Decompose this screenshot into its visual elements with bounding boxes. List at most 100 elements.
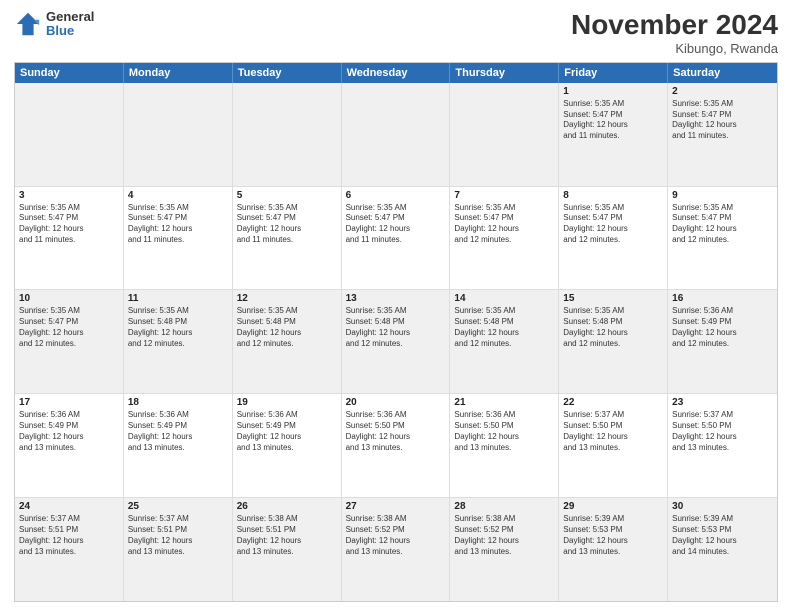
header-thursday: Thursday: [450, 63, 559, 83]
day-number: 12: [237, 293, 337, 304]
day-cell-8: 8 Sunrise: 5:35 AMSunset: 5:47 PMDaylight…: [559, 187, 668, 290]
location: Kibungo, Rwanda: [571, 41, 778, 56]
cell-info: Sunrise: 5:39 AMSunset: 5:53 PMDaylight:…: [672, 514, 773, 557]
day-number: 24: [19, 501, 119, 512]
calendar: SundayMondayTuesdayWednesdayThursdayFrid…: [14, 62, 778, 602]
cell-info: Sunrise: 5:36 AMSunset: 5:50 PMDaylight:…: [346, 410, 446, 453]
title-block: November 2024 Kibungo, Rwanda: [571, 10, 778, 56]
day-number: 5: [237, 190, 337, 201]
header-friday: Friday: [559, 63, 668, 83]
day-cell-28: 28Sunrise: 5:38 AMSunset: 5:52 PMDayligh…: [450, 498, 559, 601]
header-wednesday: Wednesday: [342, 63, 451, 83]
day-number: 27: [346, 501, 446, 512]
cell-info: Sunrise: 5:35 AMSunset: 5:47 PMDaylight:…: [19, 306, 119, 349]
empty-cell: [233, 83, 342, 186]
cell-info: Sunrise: 5:37 AMSunset: 5:50 PMDaylight:…: [672, 410, 773, 453]
day-number: 22: [563, 397, 663, 408]
day-number: 21: [454, 397, 554, 408]
day-number: 19: [237, 397, 337, 408]
calendar-header: SundayMondayTuesdayWednesdayThursdayFrid…: [15, 63, 777, 83]
header: General Blue November 2024 Kibungo, Rwan…: [14, 10, 778, 56]
logo: General Blue: [14, 10, 94, 39]
day-number: 3: [19, 190, 119, 201]
day-cell-20: 20 Sunrise: 5:36 AMSunset: 5:50 PMDayligh…: [342, 394, 451, 497]
empty-cell: [342, 83, 451, 186]
month-title: November 2024: [571, 10, 778, 41]
day-cell-4: 4 Sunrise: 5:35 AMSunset: 5:47 PMDaylight…: [124, 187, 233, 290]
day-number: 25: [128, 501, 228, 512]
cell-info: Sunrise: 5:35 AMSunset: 5:47 PMDaylight:…: [563, 203, 663, 246]
cell-info: Sunrise: 5:35 AMSunset: 5:47 PMDaylight:…: [563, 99, 663, 142]
cell-info: Sunrise: 5:37 AMSunset: 5:50 PMDaylight:…: [563, 410, 663, 453]
day-cell-5: 5 Sunrise: 5:35 AMSunset: 5:47 PMDaylight…: [233, 187, 342, 290]
day-number: 15: [563, 293, 663, 304]
cell-info: Sunrise: 5:35 AMSunset: 5:48 PMDaylight:…: [346, 306, 446, 349]
day-number: 1: [563, 86, 663, 97]
day-cell-3: 3 Sunrise: 5:35 AMSunset: 5:47 PMDaylight…: [15, 187, 124, 290]
header-saturday: Saturday: [668, 63, 777, 83]
day-cell-22: 22 Sunrise: 5:37 AMSunset: 5:50 PMDayligh…: [559, 394, 668, 497]
day-number: 16: [672, 293, 773, 304]
logo-icon: [14, 10, 42, 38]
day-cell-19: 19 Sunrise: 5:36 AMSunset: 5:49 PMDayligh…: [233, 394, 342, 497]
cell-info: Sunrise: 5:35 AMSunset: 5:47 PMDaylight:…: [672, 99, 773, 142]
day-cell-29: 29Sunrise: 5:39 AMSunset: 5:53 PMDayligh…: [559, 498, 668, 601]
day-number: 17: [19, 397, 119, 408]
day-number: 6: [346, 190, 446, 201]
cell-info: Sunrise: 5:35 AMSunset: 5:47 PMDaylight:…: [128, 203, 228, 246]
day-cell-24: 24 Sunrise: 5:37 AMSunset: 5:51 PMDayligh…: [15, 498, 124, 601]
day-number: 14: [454, 293, 554, 304]
day-cell-17: 17 Sunrise: 5:36 AMSunset: 5:49 PMDayligh…: [15, 394, 124, 497]
cell-info: Sunrise: 5:37 AMSunset: 5:51 PMDaylight:…: [19, 514, 119, 557]
cell-info: Sunrise: 5:35 AMSunset: 5:47 PMDaylight:…: [19, 203, 119, 246]
day-cell-12: 12 Sunrise: 5:35 AMSunset: 5:48 PMDayligh…: [233, 290, 342, 393]
cell-info: Sunrise: 5:35 AMSunset: 5:47 PMDaylight:…: [346, 203, 446, 246]
calendar-row-0: 1 Sunrise: 5:35 AMSunset: 5:47 PMDaylight…: [15, 83, 777, 186]
day-cell-27: 27 Sunrise: 5:38 AMSunset: 5:52 PMDayligh…: [342, 498, 451, 601]
day-number: 20: [346, 397, 446, 408]
logo-general-text: General: [46, 10, 94, 24]
day-cell-25: 25 Sunrise: 5:37 AMSunset: 5:51 PMDayligh…: [124, 498, 233, 601]
day-cell-13: 13Sunrise: 5:35 AMSunset: 5:48 PMDayligh…: [342, 290, 451, 393]
calendar-row-1: 3 Sunrise: 5:35 AMSunset: 5:47 PMDaylight…: [15, 186, 777, 290]
cell-info: Sunrise: 5:35 AMSunset: 5:47 PMDaylight:…: [454, 203, 554, 246]
page: General Blue November 2024 Kibungo, Rwan…: [0, 0, 792, 612]
empty-cell: [450, 83, 559, 186]
day-cell-16: 16Sunrise: 5:36 AMSunset: 5:49 PMDayligh…: [668, 290, 777, 393]
cell-info: Sunrise: 5:35 AMSunset: 5:48 PMDaylight:…: [128, 306, 228, 349]
cell-info: Sunrise: 5:36 AMSunset: 5:49 PMDaylight:…: [128, 410, 228, 453]
day-cell-14: 14 Sunrise: 5:35 AMSunset: 5:48 PMDayligh…: [450, 290, 559, 393]
day-cell-7: 7Sunrise: 5:35 AMSunset: 5:47 PMDaylight…: [450, 187, 559, 290]
cell-info: Sunrise: 5:38 AMSunset: 5:51 PMDaylight:…: [237, 514, 337, 557]
cell-info: Sunrise: 5:35 AMSunset: 5:48 PMDaylight:…: [454, 306, 554, 349]
day-cell-30: 30 Sunrise: 5:39 AMSunset: 5:53 PMDayligh…: [668, 498, 777, 601]
day-number: 11: [128, 293, 228, 304]
day-cell-26: 26Sunrise: 5:38 AMSunset: 5:51 PMDayligh…: [233, 498, 342, 601]
day-number: 4: [128, 190, 228, 201]
day-cell-21: 21 Sunrise: 5:36 AMSunset: 5:50 PMDayligh…: [450, 394, 559, 497]
logo-text: General Blue: [46, 10, 94, 39]
cell-info: Sunrise: 5:36 AMSunset: 5:49 PMDaylight:…: [19, 410, 119, 453]
day-cell-6: 6 Sunrise: 5:35 AMSunset: 5:47 PMDaylight…: [342, 187, 451, 290]
cell-info: Sunrise: 5:35 AMSunset: 5:48 PMDaylight:…: [563, 306, 663, 349]
header-monday: Monday: [124, 63, 233, 83]
cell-info: Sunrise: 5:36 AMSunset: 5:50 PMDaylight:…: [454, 410, 554, 453]
day-number: 8: [563, 190, 663, 201]
cell-info: Sunrise: 5:37 AMSunset: 5:51 PMDaylight:…: [128, 514, 228, 557]
day-cell-1: 1 Sunrise: 5:35 AMSunset: 5:47 PMDaylight…: [559, 83, 668, 186]
day-cell-23: 23Sunrise: 5:37 AMSunset: 5:50 PMDayligh…: [668, 394, 777, 497]
day-number: 29: [563, 501, 663, 512]
day-number: 18: [128, 397, 228, 408]
day-number: 28: [454, 501, 554, 512]
cell-info: Sunrise: 5:36 AMSunset: 5:49 PMDaylight:…: [237, 410, 337, 453]
cell-info: Sunrise: 5:35 AMSunset: 5:47 PMDaylight:…: [237, 203, 337, 246]
day-cell-11: 11 Sunrise: 5:35 AMSunset: 5:48 PMDayligh…: [124, 290, 233, 393]
cell-info: Sunrise: 5:38 AMSunset: 5:52 PMDaylight:…: [346, 514, 446, 557]
empty-cell: [124, 83, 233, 186]
day-cell-9: 9Sunrise: 5:35 AMSunset: 5:47 PMDaylight…: [668, 187, 777, 290]
day-number: 30: [672, 501, 773, 512]
cell-info: Sunrise: 5:35 AMSunset: 5:47 PMDaylight:…: [672, 203, 773, 246]
day-cell-15: 15 Sunrise: 5:35 AMSunset: 5:48 PMDayligh…: [559, 290, 668, 393]
cell-info: Sunrise: 5:35 AMSunset: 5:48 PMDaylight:…: [237, 306, 337, 349]
day-cell-2: 2Sunrise: 5:35 AMSunset: 5:47 PMDaylight…: [668, 83, 777, 186]
